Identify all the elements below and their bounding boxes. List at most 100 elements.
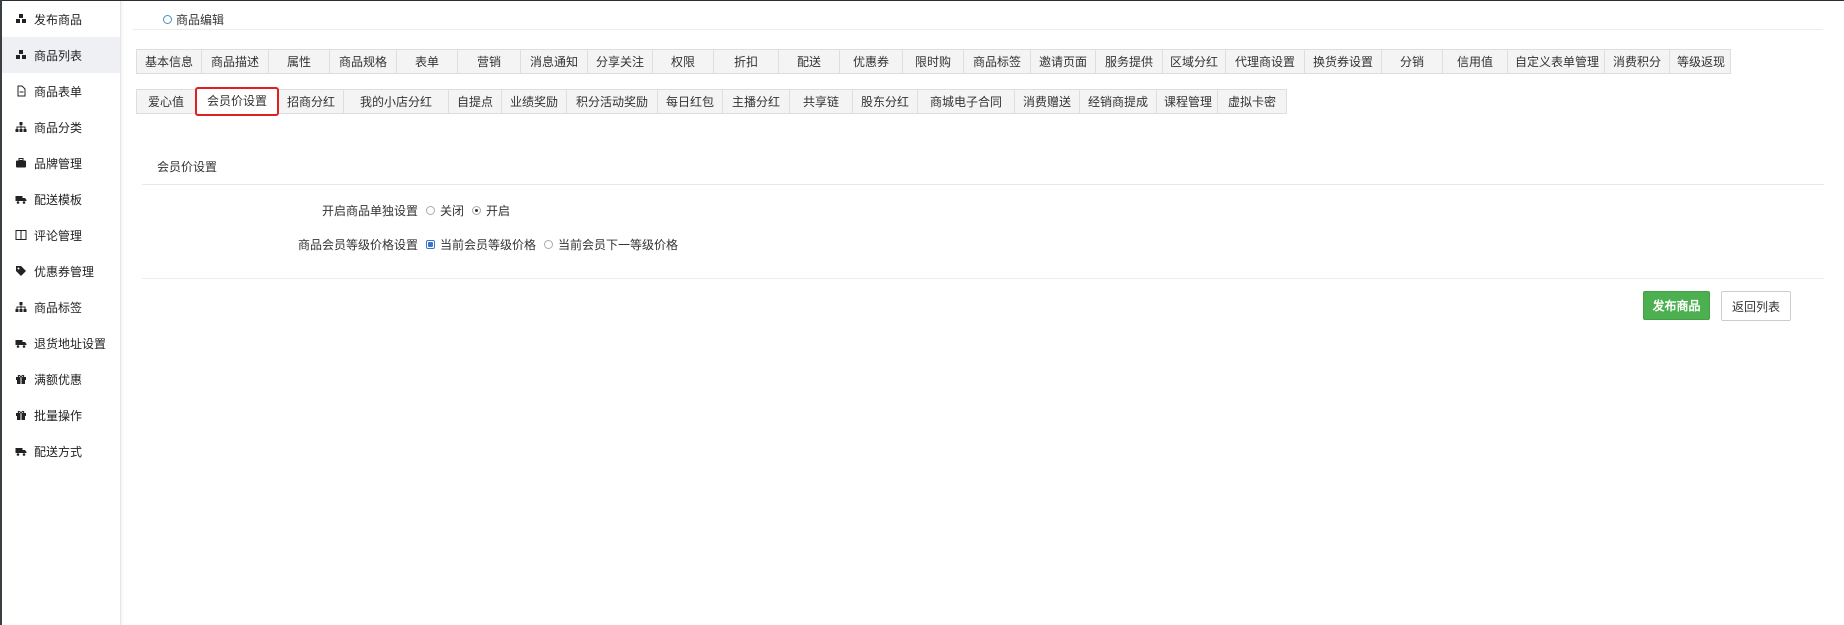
tab[interactable]: 营销 bbox=[457, 49, 521, 74]
file-icon bbox=[14, 84, 28, 98]
publish-button[interactable]: 发布商品 bbox=[1643, 291, 1710, 320]
radio-next-level-price[interactable]: 当前会员下一等级价格 bbox=[544, 236, 678, 253]
tab[interactable]: 商品标签 bbox=[963, 49, 1031, 74]
sidebar-item[interactable]: 品牌管理 bbox=[2, 145, 120, 181]
tab[interactable]: 爱心值 bbox=[136, 89, 196, 114]
tab[interactable]: 服务提供 bbox=[1095, 49, 1163, 74]
tab[interactable]: 消费赠送 bbox=[1014, 89, 1080, 114]
tab[interactable]: 会员价设置 bbox=[195, 87, 279, 116]
sitemap-icon bbox=[14, 120, 28, 134]
sidebar-item-label: 配送模板 bbox=[34, 192, 83, 207]
radio-label: 关闭 bbox=[440, 204, 465, 218]
tab[interactable]: 经销商提成 bbox=[1079, 89, 1157, 114]
tab[interactable]: 表单 bbox=[396, 49, 458, 74]
gift-icon bbox=[14, 408, 28, 422]
tab[interactable]: 每日红包 bbox=[657, 89, 723, 114]
tab[interactable]: 积分活动奖励 bbox=[566, 89, 658, 114]
tab[interactable]: 业绩奖励 bbox=[501, 89, 567, 114]
tab[interactable]: 自定义表单管理 bbox=[1507, 49, 1605, 74]
radio-off[interactable]: 关闭 bbox=[426, 202, 464, 219]
section-title: 会员价设置 bbox=[157, 160, 218, 174]
tab-bar-row1: 基本信息 商品描述 属性 商品规格 表单 营销 消息通知 分享关注 权限 折扣 配送 优惠券 限时购 商品… bbox=[136, 49, 1731, 74]
radio-on[interactable]: 开启 bbox=[472, 202, 510, 219]
tab-bar-row2: 爱心值 会员价设置 招商分红 我的小店分红 自提点 业绩奖励 积分活动奖励 每日红包 主播分红共… bbox=[136, 87, 1287, 116]
tab[interactable]: 区域分红 bbox=[1162, 49, 1226, 74]
sidebar-item-label: 发布商品 bbox=[34, 12, 83, 27]
back-to-list-button[interactable]: 返回列表 bbox=[1721, 291, 1791, 321]
truck-icon bbox=[14, 444, 28, 458]
tab[interactable]: 商城电子合同 bbox=[917, 89, 1015, 114]
tags-icon bbox=[14, 264, 28, 278]
gift-icon bbox=[14, 372, 28, 386]
tab[interactable]: 换货券设置 bbox=[1304, 49, 1382, 74]
sidebar-item[interactable]: 批量操作 bbox=[2, 397, 120, 433]
sidebar-item[interactable]: 商品标签 bbox=[2, 289, 120, 325]
breadcrumb-label: 商品编辑 bbox=[176, 13, 225, 27]
tab[interactable]: 我的小店分红 bbox=[343, 89, 449, 114]
truck-icon bbox=[14, 192, 28, 206]
sidebar-item-label: 品牌管理 bbox=[34, 156, 83, 171]
form-row-independent-setting: 开启商品单独设置 关闭 开启 bbox=[283, 202, 510, 219]
sidebar-item-label: 商品表单 bbox=[34, 84, 83, 99]
sidebar-item-label: 退货地址设置 bbox=[34, 336, 107, 351]
tab[interactable]: 分享关注 bbox=[587, 49, 653, 74]
tab[interactable]: 属性 bbox=[268, 49, 330, 74]
tab[interactable]: 消费积分 bbox=[1604, 49, 1670, 74]
circle-icon bbox=[163, 15, 172, 24]
tab[interactable]: 股东分红 bbox=[852, 89, 918, 114]
tab[interactable]: 课程管理 bbox=[1156, 89, 1218, 114]
tab[interactable]: 权限 bbox=[652, 49, 714, 74]
sidebar-item-label: 批量操作 bbox=[34, 408, 83, 423]
form-label: 开启商品单独设置 bbox=[321, 204, 418, 218]
divider bbox=[133, 29, 1823, 30]
radio-label: 当前会员等级价格 bbox=[440, 238, 537, 252]
radio-checked-icon bbox=[426, 240, 435, 249]
tab[interactable]: 招商分红 bbox=[278, 89, 344, 114]
radio-current-level-price[interactable]: 当前会员等级价格 bbox=[426, 236, 536, 253]
cubes-icon bbox=[14, 48, 28, 62]
tab[interactable]: 分销 bbox=[1381, 49, 1443, 74]
sidebar-item[interactable]: 发布商品 bbox=[2, 1, 120, 37]
sidebar-item-label: 优惠券管理 bbox=[34, 264, 95, 279]
sidebar-item[interactable]: 商品表单 bbox=[2, 73, 120, 109]
sidebar-item[interactable]: 配送模板 bbox=[2, 181, 120, 217]
radio-label: 开启 bbox=[486, 204, 511, 218]
sidebar-item[interactable]: 退货地址设置 bbox=[2, 325, 120, 361]
main-content: 商品编辑 基本信息 商品描述 属性 商品规格 表单 营销 消息通知 分享关注 权限 折扣 配送 优惠券… bbox=[133, 0, 1833, 625]
sidebar-item[interactable]: 配送方式 bbox=[2, 433, 120, 469]
tab[interactable]: 配送 bbox=[778, 49, 840, 74]
tab[interactable]: 等级返现 bbox=[1669, 49, 1731, 74]
truck-icon bbox=[14, 336, 28, 350]
divider bbox=[142, 278, 1824, 279]
sidebar-item[interactable]: 商品列表 bbox=[2, 37, 120, 73]
sidebar-item[interactable]: 评论管理 bbox=[2, 217, 120, 253]
sidebar: 发布商品商品列表商品表单商品分类品牌管理配送模板评论管理优惠券管理商品标签退货地… bbox=[2, 1, 121, 625]
tab[interactable]: 主播分红 bbox=[722, 89, 790, 114]
sidebar-item[interactable]: 优惠券管理 bbox=[2, 253, 120, 289]
tab[interactable]: 基本信息 bbox=[136, 49, 202, 74]
tab[interactable]: 信用值 bbox=[1442, 49, 1508, 74]
tab[interactable]: 邀请页面 bbox=[1030, 49, 1096, 74]
tab[interactable]: 虚拟卡密 bbox=[1217, 89, 1287, 114]
sidebar-item[interactable]: 满额优惠 bbox=[2, 361, 120, 397]
sidebar-item-label: 商品列表 bbox=[34, 48, 83, 63]
tab[interactable]: 优惠券 bbox=[839, 49, 903, 74]
tab[interactable]: 共享链 bbox=[789, 89, 853, 114]
sidebar-item[interactable]: 商品分类 bbox=[2, 109, 120, 145]
radio-icon bbox=[426, 206, 435, 215]
briefcase-icon bbox=[14, 156, 28, 170]
tab[interactable]: 自提点 bbox=[448, 89, 502, 114]
columns-icon bbox=[14, 228, 28, 242]
tab[interactable]: 代理商设置 bbox=[1225, 49, 1305, 74]
sitemap-icon bbox=[14, 300, 28, 314]
tab[interactable]: 消息通知 bbox=[520, 49, 588, 74]
form-row-member-level-price: 商品会员等级价格设置 当前会员等级价格 当前会员下一等级价格 bbox=[283, 236, 678, 253]
sidebar-item-label: 商品标签 bbox=[34, 300, 83, 315]
tab[interactable]: 商品规格 bbox=[329, 49, 397, 74]
tab[interactable]: 限时购 bbox=[902, 49, 964, 74]
tab[interactable]: 商品描述 bbox=[201, 49, 269, 74]
tab[interactable]: 折扣 bbox=[713, 49, 779, 74]
sidebar-item-label: 商品分类 bbox=[34, 120, 83, 135]
form-label: 商品会员等级价格设置 bbox=[297, 238, 418, 252]
radio-checked-icon bbox=[472, 206, 482, 215]
